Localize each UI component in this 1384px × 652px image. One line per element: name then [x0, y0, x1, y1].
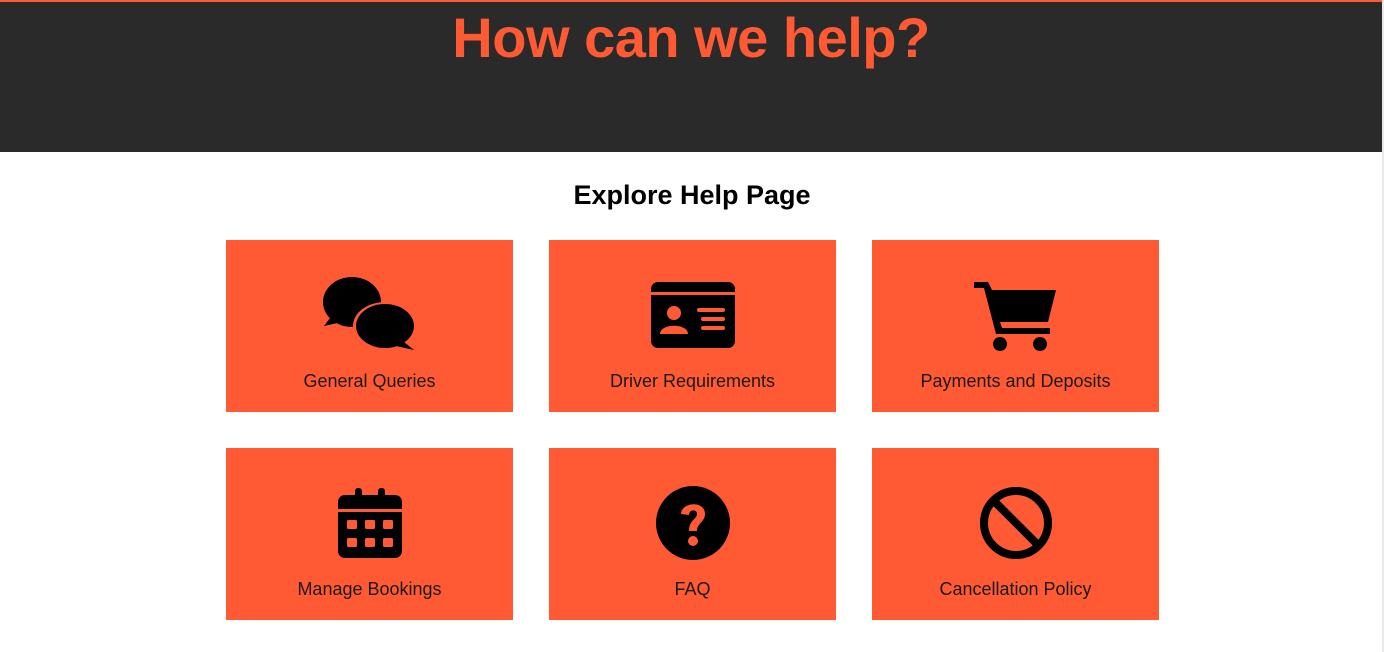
- question-circle-icon: [645, 484, 741, 562]
- card-manage-bookings[interactable]: Manage Bookings: [226, 448, 513, 620]
- section-title: Explore Help Page: [573, 180, 811, 210]
- card-label: Driver Requirements: [609, 371, 776, 391]
- shopping-cart-icon: [968, 276, 1064, 354]
- card-label: Manage Bookings: [297, 579, 442, 599]
- id-card-icon: [645, 276, 741, 354]
- help-page: How can we help? Explore Help Page Gener…: [0, 0, 1384, 652]
- hero-banner: How can we help?: [0, 0, 1382, 152]
- ban-icon: [968, 484, 1064, 562]
- calendar-icon: [322, 484, 418, 562]
- card-cancellation-policy[interactable]: Cancellation Policy: [872, 448, 1159, 620]
- help-topics-grid: General Queries Driver Requirements Paym…: [226, 240, 1159, 620]
- hero-title: How can we help?: [452, 6, 930, 69]
- card-general-queries[interactable]: General Queries: [226, 240, 513, 412]
- card-driver-requirements[interactable]: Driver Requirements: [549, 240, 836, 412]
- card-payments-and-deposits[interactable]: Payments and Deposits: [872, 240, 1159, 412]
- chat-bubbles-icon: [322, 276, 418, 354]
- card-faq[interactable]: FAQ: [549, 448, 836, 620]
- card-label: General Queries: [303, 371, 436, 391]
- card-label: Cancellation Policy: [939, 579, 1092, 599]
- card-label: FAQ: [674, 579, 711, 599]
- card-label: Payments and Deposits: [920, 371, 1111, 391]
